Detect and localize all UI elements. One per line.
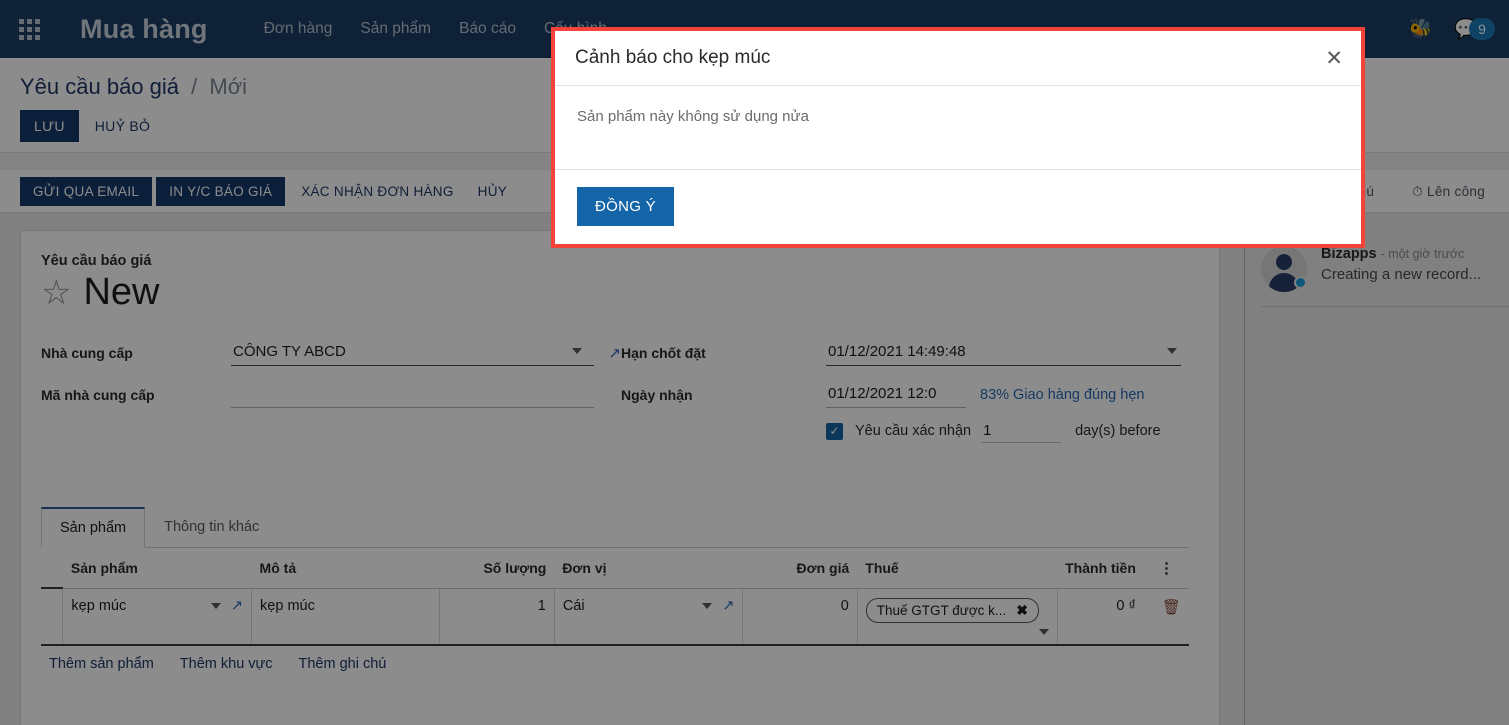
dialog-message: Sản phẩm này không sử dụng nửa — [577, 108, 809, 125]
application-root: Mua hàng Đơn hàng Sản phẩm Báo cáo Cấu h… — [0, 0, 1509, 725]
dialog-footer: ĐỒNG Ý — [555, 170, 1361, 244]
warning-dialog: Cảnh báo cho kẹp múc ✕ Sản phẩm này khôn… — [551, 27, 1365, 248]
dialog-title: Cảnh báo cho kẹp múc — [575, 47, 771, 68]
confirm-ok-button[interactable]: ĐỒNG Ý — [577, 187, 674, 226]
dialog-body: Sản phẩm này không sử dụng nửa — [555, 86, 1361, 170]
dialog-header: Cảnh báo cho kẹp múc ✕ — [555, 31, 1361, 86]
close-icon[interactable]: ✕ — [1325, 48, 1343, 69]
